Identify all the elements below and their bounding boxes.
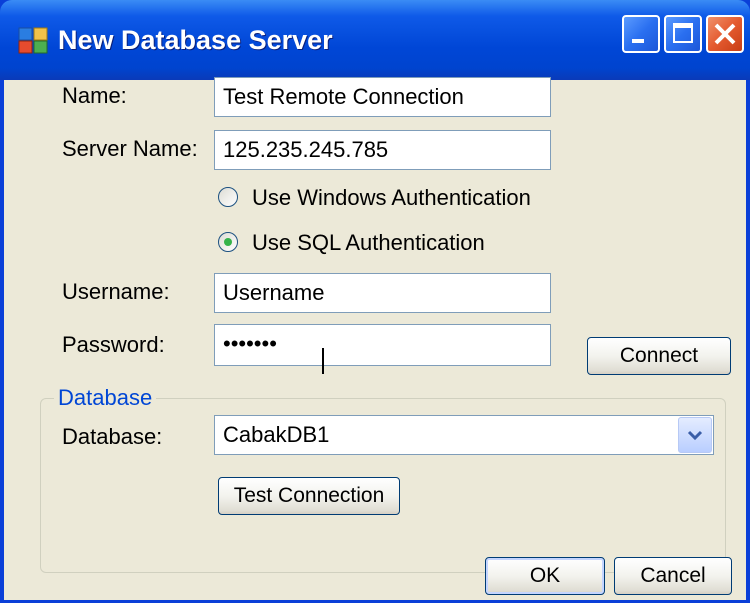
dialog-window: New Database Server Name: Test Remote Co… bbox=[0, 0, 750, 603]
window-title: New Database Server bbox=[58, 25, 333, 55]
title-bar[interactable]: New Database Server bbox=[0, 0, 750, 80]
ok-button[interactable]: OK bbox=[485, 557, 605, 595]
database-group-title: Database bbox=[54, 383, 157, 413]
minimize-icon bbox=[632, 39, 644, 43]
chevron-down-icon bbox=[687, 430, 703, 441]
database-label: Database: bbox=[62, 424, 163, 449]
text-caret bbox=[322, 348, 324, 374]
dialog-body: Name: Test Remote Connection Server Name… bbox=[4, 77, 746, 600]
database-dropdown[interactable]: CabakDB1 bbox=[214, 415, 714, 455]
server-name-field[interactable]: 125.235.245.785 bbox=[214, 130, 551, 170]
password-field[interactable]: ••••••• bbox=[214, 324, 551, 366]
sql-auth-label: Use SQL Authentication bbox=[252, 230, 485, 255]
radio-selected-dot bbox=[224, 238, 232, 246]
name-field[interactable]: Test Remote Connection bbox=[214, 77, 551, 117]
password-label: Password: bbox=[62, 332, 165, 357]
radio-button[interactable] bbox=[218, 232, 238, 252]
app-icon bbox=[18, 27, 48, 54]
dropdown-button[interactable] bbox=[678, 417, 712, 453]
close-icon bbox=[714, 23, 736, 45]
minimize-button[interactable] bbox=[622, 15, 660, 53]
maximize-button[interactable] bbox=[664, 15, 702, 53]
radio-button[interactable] bbox=[218, 187, 238, 207]
connect-button[interactable]: Connect bbox=[587, 337, 731, 375]
username-field[interactable]: Username bbox=[214, 273, 551, 313]
database-selected-value: CabakDB1 bbox=[223, 422, 330, 447]
cancel-button[interactable]: Cancel bbox=[614, 557, 732, 595]
windows-auth-radio[interactable]: Use Windows Authentication bbox=[218, 183, 558, 213]
windows-auth-label: Use Windows Authentication bbox=[252, 185, 531, 210]
sql-auth-radio[interactable]: Use SQL Authentication bbox=[218, 228, 558, 258]
maximize-icon bbox=[673, 23, 693, 43]
test-connection-button[interactable]: Test Connection bbox=[218, 477, 400, 515]
server-name-label: Server Name: bbox=[62, 136, 198, 161]
close-button[interactable] bbox=[706, 15, 744, 53]
username-label: Username: bbox=[62, 279, 170, 304]
name-label: Name: bbox=[62, 83, 127, 108]
